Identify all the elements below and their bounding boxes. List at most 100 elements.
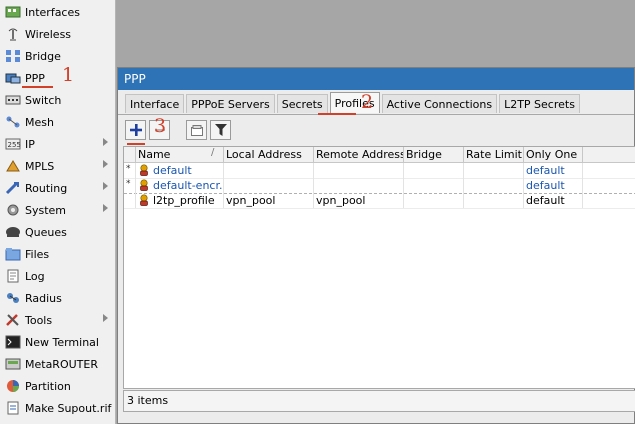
tab-interface[interactable]: Interface xyxy=(125,94,185,113)
table-cell xyxy=(404,193,464,208)
interfaces-icon xyxy=(5,5,21,19)
table-cell-text: vpn_pool xyxy=(226,194,276,207)
profile-icon xyxy=(138,194,150,208)
tab-active-connections[interactable]: Active Connections xyxy=(381,94,498,113)
sidebar-item-label: Switch xyxy=(25,93,62,107)
table-cell: vpn_pool xyxy=(314,193,404,208)
annotation-step-3: 3 xyxy=(154,115,167,137)
routing-icon xyxy=(5,181,21,195)
column-header-only-one[interactable]: Only One xyxy=(524,147,583,162)
sidebar-item-label: Wireless xyxy=(25,27,72,41)
sidebar-item-label: System xyxy=(25,203,67,217)
sidebar-item-ppp[interactable]: PPP xyxy=(0,67,115,89)
submenu-arrow-icon xyxy=(103,204,108,212)
submenu-arrow-icon xyxy=(103,160,108,168)
table-cell-text: default xyxy=(153,164,192,177)
table-row[interactable]: * default default xyxy=(124,163,635,179)
table-cell xyxy=(314,178,404,193)
add-button[interactable] xyxy=(125,120,146,140)
table-row[interactable]: * default-encr... default xyxy=(124,178,635,194)
table-cell xyxy=(464,178,524,193)
sidebar-item-label: IP xyxy=(25,137,35,151)
table-cell xyxy=(464,163,524,178)
sidebar-item-label: Files xyxy=(25,247,50,261)
table-cell-text: default xyxy=(526,194,565,207)
sidebar-item-label: New Terminal xyxy=(25,335,99,349)
sidebar-item-files[interactable]: Files xyxy=(0,243,115,265)
tab-secrets[interactable]: Secrets xyxy=(276,94,328,113)
metarouter-icon xyxy=(5,357,21,371)
annotation-step-1: 1 xyxy=(62,64,75,86)
sidebar-item-wireless[interactable]: Wireless xyxy=(0,23,115,45)
log-icon xyxy=(5,269,21,283)
ip-icon: 255 xyxy=(5,137,21,151)
sidebar-item-tools[interactable]: Tools xyxy=(0,309,115,331)
submenu-arrow-icon xyxy=(103,182,108,190)
column-header-rate-limit[interactable]: Rate Limit... xyxy=(464,147,524,162)
sidebar-item-mesh[interactable]: Mesh xyxy=(0,111,115,133)
sidebar-item-radius[interactable]: Radius xyxy=(0,287,115,309)
table-cell-text: default-encr... xyxy=(153,179,224,192)
sidebar-item-label: Queues xyxy=(25,225,67,239)
column-header-bridge[interactable]: Bridge xyxy=(404,147,464,162)
annotation-step-2: 2 xyxy=(361,91,374,113)
tab-bar: Interface PPPoE Servers Secrets Profiles Act… xyxy=(125,92,582,114)
profiles-table: Name Local Address Remote Address Bridge Rat… xyxy=(123,146,635,389)
default-marker: * xyxy=(126,164,131,174)
add-icon xyxy=(129,124,142,136)
table-row[interactable]: l2tp_profile vpn_pool vpn_pool default xyxy=(124,193,635,209)
table-cell: default-encr... xyxy=(136,178,224,193)
column-header-remote-address[interactable]: Remote Address xyxy=(314,147,404,162)
table-cell: default xyxy=(524,193,583,208)
annotation-underline-1 xyxy=(22,86,53,88)
filter-button[interactable] xyxy=(210,120,231,140)
sidebar-item-system[interactable]: System xyxy=(0,199,115,221)
profile-icon xyxy=(138,164,150,178)
sidebar-item-queues[interactable]: Queues xyxy=(0,221,115,243)
table-cell-text: l2tp_profile xyxy=(153,194,215,207)
table-cell: default xyxy=(524,163,583,178)
radius-icon xyxy=(5,291,21,305)
window-titlebar[interactable]: PPP xyxy=(118,68,634,90)
table-cell-text: default xyxy=(526,179,565,192)
copy-button[interactable] xyxy=(186,120,207,140)
sidebar-menu: Interfaces Wireless Bridge PPP Switch Mesh 255… xyxy=(0,0,116,424)
sidebar-item-log[interactable]: Log xyxy=(0,265,115,287)
system-icon xyxy=(5,203,21,217)
wireless-icon xyxy=(5,27,21,41)
switch-icon xyxy=(5,93,21,107)
sidebar-item-ip[interactable]: 255 IP xyxy=(0,133,115,155)
profile-icon xyxy=(138,179,150,193)
copy-icon xyxy=(190,124,203,136)
sidebar-item-mpls[interactable]: MPLS xyxy=(0,155,115,177)
tab-l2tp-secrets[interactable]: L2TP Secrets xyxy=(499,94,580,113)
files-icon xyxy=(5,247,21,261)
partition-icon xyxy=(5,379,21,393)
sidebar-item-new-terminal[interactable]: New Terminal xyxy=(0,331,115,353)
sidebar-item-routing[interactable]: Routing xyxy=(0,177,115,199)
sidebar-item-make-supout-rif[interactable]: Make Supout.rif xyxy=(0,397,115,419)
table-cell: default xyxy=(524,178,583,193)
sidebar-item-bridge[interactable]: Bridge xyxy=(0,45,115,67)
default-marker: * xyxy=(126,179,131,189)
column-header-local-address[interactable]: Local Address xyxy=(224,147,314,162)
sidebar-item-label: Interfaces xyxy=(25,5,80,19)
sidebar-item-partition[interactable]: Partition xyxy=(0,375,115,397)
sidebar-item-switch[interactable]: Switch xyxy=(0,89,115,111)
ppp-window: PPP Interface PPPoE Servers Secrets Profile… xyxy=(117,67,635,424)
table-cell: vpn_pool xyxy=(224,193,314,208)
sidebar-item-interfaces[interactable]: Interfaces xyxy=(0,1,115,23)
annotation-underline-2 xyxy=(318,113,356,115)
table-cell: default xyxy=(136,163,224,178)
table-cell xyxy=(404,178,464,193)
tools-icon xyxy=(5,313,21,327)
sidebar-item-label: Tools xyxy=(25,313,53,327)
tab-pppoe-servers[interactable]: PPPoE Servers xyxy=(186,94,275,113)
sidebar-item-metarouter[interactable]: MetaROUTER xyxy=(0,353,115,375)
sort-indicator-icon: / xyxy=(211,147,215,158)
sidebar-item-label: MPLS xyxy=(25,159,55,173)
supout-icon xyxy=(5,401,21,415)
terminal-icon xyxy=(5,335,21,349)
sidebar-item-label: Log xyxy=(25,269,45,283)
table-cell xyxy=(314,163,404,178)
